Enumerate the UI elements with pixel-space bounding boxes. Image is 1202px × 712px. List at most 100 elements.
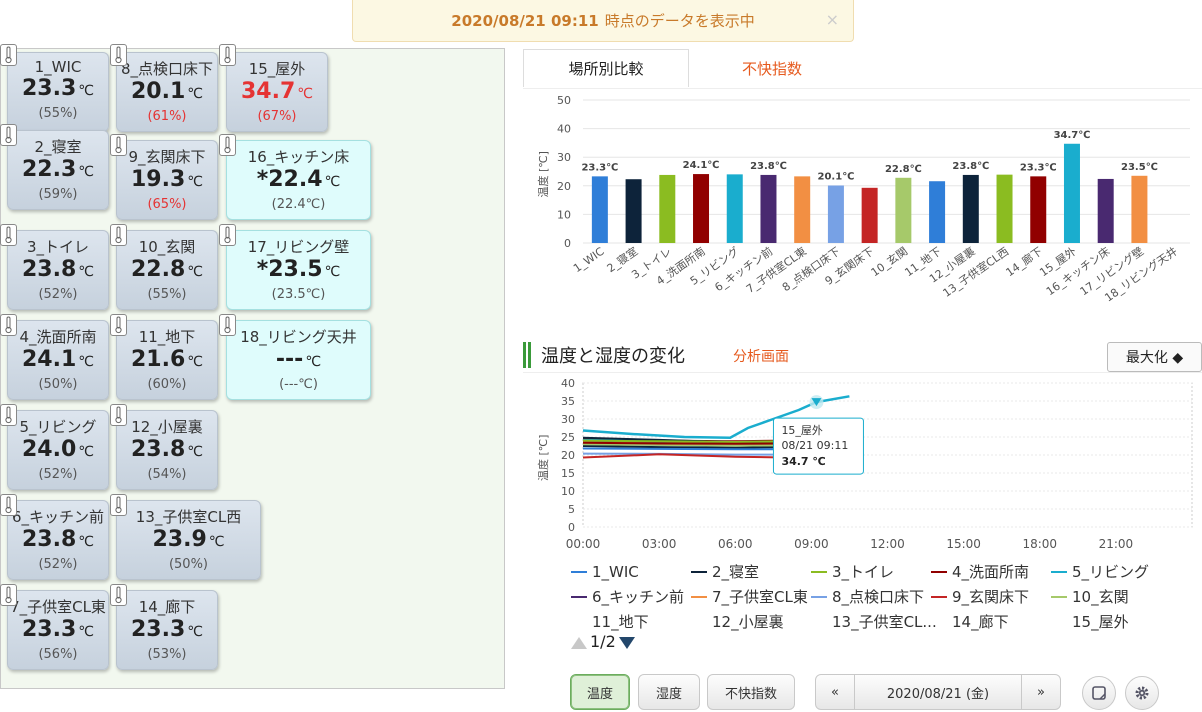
bar <box>895 177 912 243</box>
sensor-temp-value: 24.1 <box>21 347 77 372</box>
data-label: 20.1℃ <box>818 172 855 183</box>
sensor-card[interactable]: 15_屋外 34.7 ℃ (67%) <box>226 52 328 132</box>
x-tick-label: 00:00 <box>566 537 601 551</box>
sensor-humidity: (61%) <box>147 109 187 124</box>
bar <box>996 174 1013 243</box>
sensor-temp: 22.3 ℃ <box>8 157 108 185</box>
data-label: 34.7℃ <box>1054 130 1091 141</box>
prev-date-button[interactable]: « <box>815 674 855 710</box>
sensor-temp-value: *23.5 <box>256 257 323 282</box>
line-chart-panel: 0 5 10 15 20 25 30 35 40 00:00 03:00 06:00 09:00 12:0… <box>523 372 1202 672</box>
date-selector[interactable]: 2020/08/21 (金) <box>854 674 1022 710</box>
y-tick-label: 50 <box>557 94 571 107</box>
legend-item-clipped: 15_屋外 <box>1072 613 1129 631</box>
sensor-temp-value: 23.8 <box>21 527 77 552</box>
tab-location-compare[interactable]: 場所別比較 <box>523 49 689 87</box>
sensor-card[interactable]: 7_子供室CL東 23.3 ℃ (56%) <box>7 590 109 670</box>
data-label: 23.8℃ <box>750 161 787 172</box>
y-tick-label: 35 <box>561 395 575 408</box>
sensor-temp: 23.3 ℃ <box>8 76 108 104</box>
sensor-temp-unit: ℃ <box>305 354 322 370</box>
settings-button[interactable] <box>1125 676 1159 710</box>
sensor-card[interactable]: 5_リビング 24.0 ℃ (52%) <box>7 410 109 490</box>
sensor-temp-unit: ℃ <box>187 174 203 190</box>
sensor-temp: 19.3 ℃ <box>117 167 217 195</box>
pager-up-icon[interactable] <box>570 634 588 650</box>
data-label: 24.1℃ <box>683 160 720 171</box>
sensor-temp-value: 21.6 <box>130 347 186 372</box>
close-icon[interactable]: × <box>826 10 839 29</box>
sensor-temp-unit: ℃ <box>187 86 203 102</box>
x-tick-label: 12:00 <box>870 537 905 551</box>
data-label: 23.3℃ <box>581 162 618 173</box>
bar <box>591 176 608 243</box>
sensor-name: 12_小屋裏 <box>131 418 203 436</box>
sensor-card[interactable]: 8_点検口床下 20.1 ℃ (61%) <box>116 52 218 132</box>
sensor-card[interactable]: 13_子供室CL西 23.9 ℃ (50%) <box>116 500 261 580</box>
sensor-temp: 34.7 ℃ <box>227 79 327 107</box>
sensor-card[interactable]: 3_トイレ 23.8 ℃ (52%) <box>7 230 109 310</box>
sensor-humidity: (54%) <box>147 467 187 482</box>
analysis-link[interactable]: 分析画面 <box>733 346 789 366</box>
sensor-card[interactable]: 17_リビング壁 *23.5 ℃ (23.5℃) <box>226 230 371 310</box>
temp-button[interactable]: 温度 <box>570 674 630 710</box>
x-tick-label: 14_廊下 <box>1003 244 1045 279</box>
x-tick-label: 21:00 <box>1099 537 1134 551</box>
legend-item: 10_玄関 <box>1072 588 1129 607</box>
thermometer-icon <box>219 224 236 246</box>
bar <box>1063 143 1080 243</box>
sensor-humidity: (50%) <box>38 377 78 392</box>
sensor-card[interactable]: 11_地下 21.6 ℃ (60%) <box>116 320 218 400</box>
legend-pager: 1/2 <box>570 632 636 651</box>
thermometer-icon <box>0 314 17 336</box>
sensor-temp: 23.3 ℃ <box>8 617 108 645</box>
sensor-temp: 21.6 ℃ <box>117 347 217 375</box>
sensor-temp-value: 23.3 <box>21 76 77 101</box>
sensor-card[interactable]: 10_玄関 22.8 ℃ (55%) <box>116 230 218 310</box>
sensor-temp-unit: ℃ <box>297 86 313 102</box>
y-tick-label: 40 <box>557 123 571 136</box>
sensor-humidity: (55%) <box>38 106 78 121</box>
y-tick-label: 10 <box>561 485 575 498</box>
sensor-humidity: (---℃) <box>279 377 318 392</box>
sensor-name: 10_玄関 <box>138 238 196 256</box>
line-chart: 0 5 10 15 20 25 30 35 40 00:00 03:00 06:00 09:00 12:0… <box>536 377 1193 632</box>
sensor-card[interactable]: 16_キッチン床 *22.4 ℃ (22.4℃) <box>226 140 371 220</box>
sensor-card[interactable]: 6_キッチン前 23.8 ℃ (52%) <box>7 500 109 580</box>
sensor-humidity: (56%) <box>38 647 78 662</box>
sensor-card[interactable]: 14_廊下 23.3 ℃ (53%) <box>116 590 218 670</box>
sensor-humidity: (50%) <box>168 557 209 572</box>
sensor-card[interactable]: 12_小屋裏 23.8 ℃ (54%) <box>116 410 218 490</box>
sensor-card[interactable]: 9_玄関床下 19.3 ℃ (65%) <box>116 140 218 220</box>
sensor-temp: --- ℃ <box>227 347 370 375</box>
sensor-temp-value: --- <box>275 347 304 372</box>
sensor-card[interactable]: 1_WIC 23.3 ℃ (55%) <box>7 52 109 132</box>
legend-item: 2_寝室 <box>712 563 759 582</box>
y-tick-label: 15 <box>561 467 575 480</box>
legend-item: 6_キッチン前 <box>592 588 684 607</box>
pager-down-icon[interactable] <box>618 634 636 650</box>
sensor-card[interactable]: 4_洗面所南 24.1 ℃ (50%) <box>7 320 109 400</box>
x-tick-label: 03:00 <box>642 537 677 551</box>
thermometer-icon <box>110 404 127 426</box>
next-date-button[interactable]: » <box>1021 674 1061 710</box>
sensor-card[interactable]: 2_寝室 22.3 ℃ (59%) <box>7 130 109 210</box>
sensor-temp: *23.5 ℃ <box>227 257 370 285</box>
maximize-button[interactable]: 最大化 ◆ <box>1107 342 1202 372</box>
y-tick-label: 40 <box>561 377 575 390</box>
thermometer-icon <box>110 44 127 66</box>
sensor-card[interactable]: 18_リビング天井 --- ℃ (---℃) <box>226 320 371 400</box>
y-tick-label: 0 <box>568 521 575 534</box>
legend-item: 1_WIC <box>592 563 639 582</box>
sensor-humidity: (23.5℃) <box>271 287 326 302</box>
sensor-temp-unit: ℃ <box>78 164 94 180</box>
humidity-button[interactable]: 湿度 <box>638 674 700 710</box>
x-tick-label: 10_玄関 <box>868 244 910 279</box>
sensor-temp-value: 34.7 <box>240 79 296 104</box>
memo-button[interactable] <box>1082 676 1116 710</box>
section-title: 温度と湿度の変化 <box>541 346 685 367</box>
discomfort-button[interactable]: 不快指数 <box>707 674 795 710</box>
y-tick-label: 5 <box>568 503 575 516</box>
tab-discomfort-index[interactable]: 不快指数 <box>689 49 855 87</box>
bar <box>1097 178 1114 243</box>
